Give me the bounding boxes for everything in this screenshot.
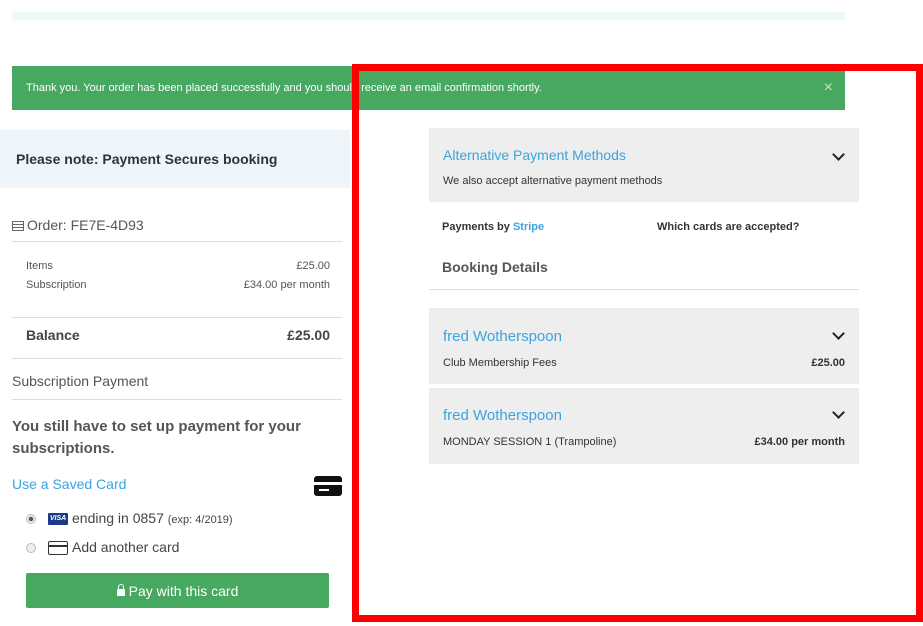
credit-card-icon — [314, 476, 342, 496]
subscription-notice: You still have to set up payment for you… — [12, 418, 301, 457]
items-row: Items £25.00 — [26, 260, 330, 272]
divider — [12, 317, 342, 318]
divider — [12, 241, 342, 242]
payment-note: Please note: Payment Secures booking — [0, 130, 350, 188]
saved-card-option[interactable]: VISA ending in 0857 (exp: 4/2019) — [26, 510, 233, 526]
pay-with-card-button[interactable]: Pay with this card — [26, 573, 329, 608]
use-saved-card-link[interactable]: Use a Saved Card — [12, 476, 126, 492]
divider — [12, 358, 342, 359]
visa-icon: VISA — [48, 513, 68, 526]
top-progress-strip — [12, 12, 845, 20]
subscription-payment-heading: Subscription Payment — [12, 373, 149, 389]
order-number: Order: FE7E-4D93 — [12, 217, 144, 233]
subscription-row: Subscription £34.00 per month — [26, 279, 330, 291]
card-icon — [48, 541, 68, 556]
divider — [12, 399, 342, 400]
add-card-option[interactable]: Add another card — [26, 539, 179, 556]
add-card-radio[interactable] — [26, 543, 36, 554]
saved-card-radio[interactable] — [26, 514, 36, 525]
lock-icon — [116, 583, 125, 596]
highlight-frame — [352, 64, 923, 622]
balance-row: Balance £25.00 — [26, 327, 330, 343]
list-icon — [12, 221, 24, 231]
